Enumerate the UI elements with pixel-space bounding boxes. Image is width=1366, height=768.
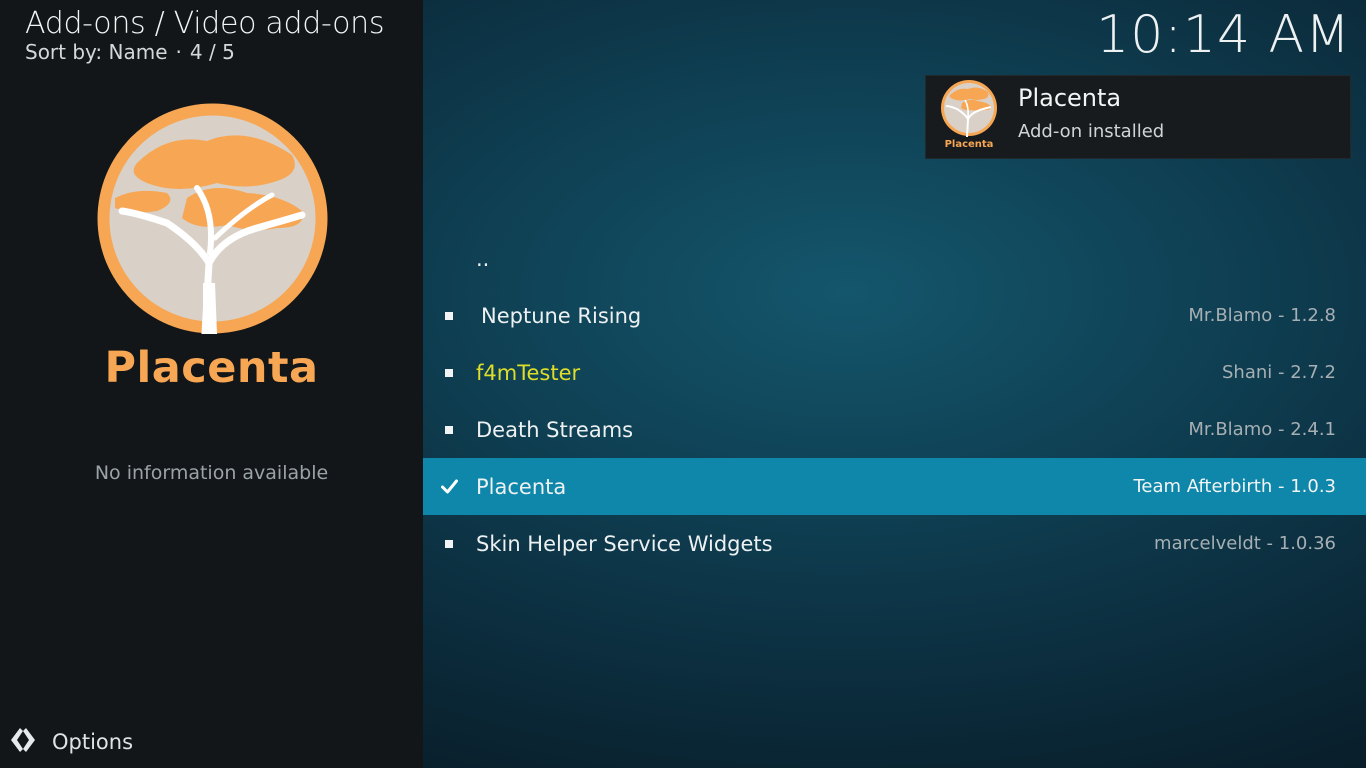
list-item-parent[interactable]: .. [423,230,1366,287]
clock: 10:14 AM [1096,5,1351,65]
bullet-icon [445,426,453,434]
sort-info: Sort by: Name · 4 / 5 [25,40,235,64]
addon-description: No information available [94,462,329,484]
bullet-icon [445,312,453,320]
list-item-meta: marcelveldt - 1.0.36 [1154,533,1336,554]
list-item-name: f4mTester [476,360,581,385]
addon-list: .. Neptune Rising Mr.Blamo - 1.2.8 f4mTe… [423,230,1366,572]
list-position: 4 / 5 [189,40,235,64]
acacia-tree-logo-icon [97,103,328,338]
list-item-name: Placenta [476,474,567,499]
options-arrow-icon [10,727,36,757]
options-label: Options [52,730,134,754]
bullet-icon [445,369,453,377]
breadcrumb: Add-ons / Video add-ons [25,6,385,41]
list-item[interactable]: f4mTester Shani - 2.7.2 [423,344,1366,401]
list-item-name: Skin Helper Service Widgets [476,531,773,556]
list-item-name: Death Streams [476,417,634,442]
list-item-meta: Team Afterbirth - 1.0.3 [1133,476,1336,497]
info-panel: Add-ons / Video add-ons Sort by: Name · 4 … [0,0,423,768]
list-item-meta: Mr.Blamo - 1.2.8 [1188,305,1336,326]
list-item[interactable]: Neptune Rising Mr.Blamo - 1.2.8 [423,287,1366,344]
checkmark-icon [441,478,458,495]
list-item-name: Neptune Rising [481,303,642,328]
addon-title: Placenta [104,343,319,393]
bullet-icon [445,540,453,548]
separator: · [175,40,182,64]
list-item-meta: Shani - 2.7.2 [1221,362,1336,383]
notification-message: Add-on installed [1018,121,1165,142]
notification-toast: Placenta Placenta Add-on installed [925,75,1351,159]
notification-title: Placenta [1018,84,1122,112]
list-item-selected[interactable]: Placenta Team Afterbirth - 1.0.3 [423,458,1366,515]
sort-label: Sort by: Name [25,40,168,64]
list-item[interactable]: Death Streams Mr.Blamo - 2.4.1 [423,401,1366,458]
options-button[interactable]: Options [10,726,133,758]
notification-icon-caption: Placenta [944,139,994,150]
placenta-logo-icon: Placenta [940,79,998,151]
list-item[interactable]: Skin Helper Service Widgets marcelveldt … [423,515,1366,572]
list-item-label: .. [476,246,490,271]
list-item-meta: Mr.Blamo - 2.4.1 [1188,419,1336,440]
